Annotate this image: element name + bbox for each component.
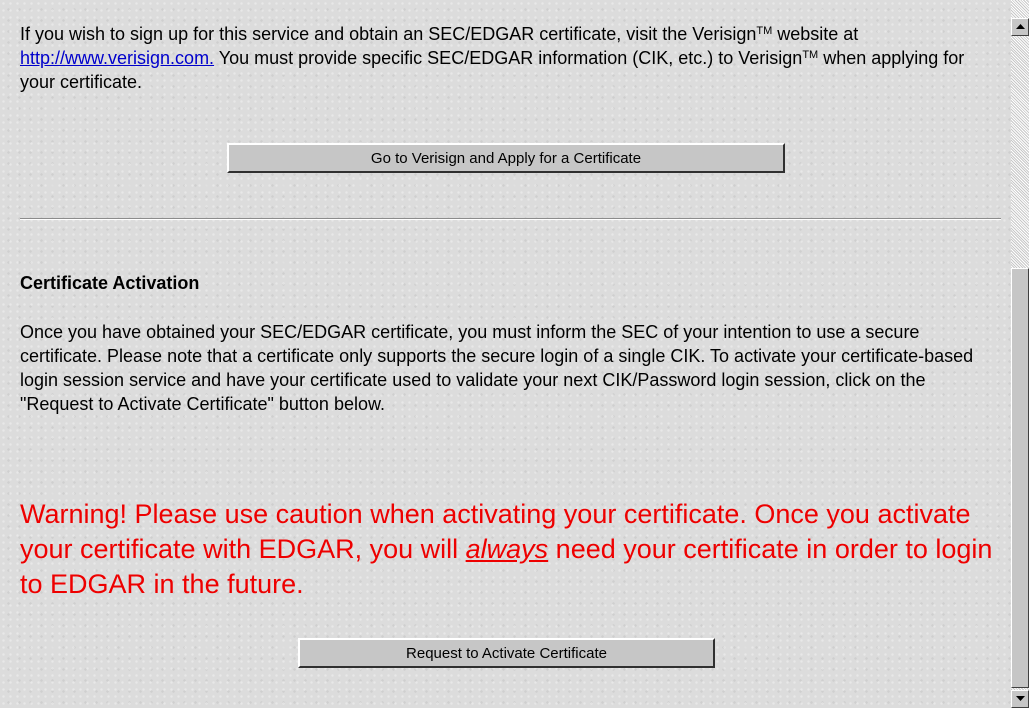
intro-text-1: If you wish to sign up for this service … (20, 24, 757, 44)
scrollbar-thumb[interactable] (1011, 268, 1029, 688)
intro-paragraph: If you wish to sign up for this service … (20, 22, 1000, 94)
intro-text-2: website at (772, 24, 859, 44)
section-heading: Certificate Activation (20, 273, 200, 293)
trademark-mark: TM (756, 25, 773, 37)
down-arrow-icon (1015, 696, 1025, 701)
apply-certificate-button[interactable]: Go to Verisign and Apply for a Certifica… (227, 143, 785, 173)
scroll-up-button[interactable] (1011, 18, 1029, 36)
warning-emphasis: always (465, 534, 549, 564)
trademark-mark: TM (802, 49, 819, 61)
intro-text-3: You must provide specific SEC/EDGAR info… (214, 48, 803, 68)
activate-certificate-button[interactable]: Request to Activate Certificate (298, 638, 715, 668)
divider (20, 218, 1001, 220)
activation-paragraph: Once you have obtained your SEC/EDGAR ce… (20, 322, 974, 414)
up-arrow-icon (1015, 24, 1025, 29)
warning-message: Warning! Please use caution when activat… (20, 497, 1020, 602)
verisign-link[interactable]: http://www.verisign.com. (20, 48, 214, 68)
page-content: If you wish to sign up for this service … (0, 0, 1011, 708)
vertical-scrollbar[interactable] (1011, 0, 1029, 708)
scroll-down-button[interactable] (1011, 690, 1029, 708)
